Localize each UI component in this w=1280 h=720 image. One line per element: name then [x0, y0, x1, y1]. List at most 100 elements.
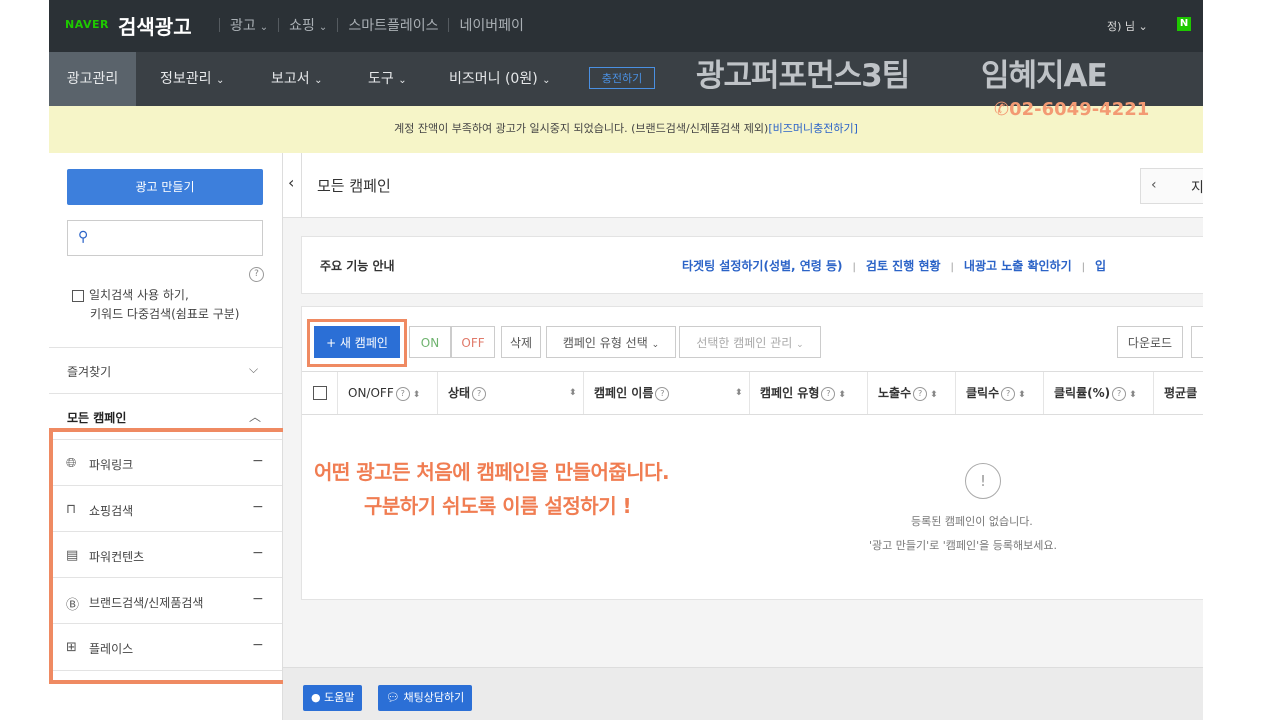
new-campaign-button[interactable]: + 새 캠페인: [314, 326, 400, 358]
help-icon[interactable]: ?: [1001, 386, 1016, 401]
help-button[interactable]: ● 도움말: [303, 685, 363, 711]
top-nav: 광고 ⌄ 쇼핑 ⌄ 스마트플레이스 네이버페이: [209, 15, 524, 35]
chat-bubble-icon: 💬︎: [386, 691, 400, 704]
feature-guide-title: 주요 기능 안내: [320, 259, 395, 273]
chat-consult-button[interactable]: 💬︎ 채팅상담하기: [378, 685, 473, 711]
sort-icon[interactable]: ⬍: [569, 372, 577, 414]
help-icon[interactable]: ?: [913, 386, 928, 401]
favorites-section[interactable]: 즐겨찾기 ⌵: [49, 347, 282, 394]
column-campaign-name[interactable]: 캠페인 이름? ⬍: [584, 372, 750, 414]
ad-exposure-link[interactable]: 내광고 노출 확인하기: [964, 259, 1072, 273]
chevron-down-icon: ⌵: [249, 362, 259, 376]
bizmoney-charge-link[interactable]: [비즈머니충전하기]: [768, 122, 858, 135]
top-menu-label: 광고: [230, 18, 256, 34]
select-all-checkbox[interactable]: [313, 386, 327, 400]
chevron-left-icon[interactable]: ‹: [1151, 177, 1157, 193]
product-logo[interactable]: 검색광고: [118, 11, 192, 40]
divider: [337, 18, 339, 32]
sidebar-search-input[interactable]: ⚲: [67, 220, 263, 256]
divider: |: [950, 262, 954, 273]
sort-icon[interactable]: ⬍: [838, 390, 846, 400]
campaign-table-panel: + 새 캠페인 ON OFF 삭제 캠페인 유형 선택 ⌄ 선택한 캠페인 관리…: [301, 306, 1203, 600]
all-campaigns-label: 모든 캠페인: [67, 411, 127, 425]
subnav-info-management[interactable]: 정보관리 ⌄: [160, 52, 224, 106]
naver-logo[interactable]: NAVER: [65, 18, 109, 31]
top-menu-smartplace[interactable]: 스마트플레이스: [348, 15, 438, 35]
column-label: ON/OFF: [348, 386, 394, 400]
help-icon[interactable]: ?: [821, 386, 836, 401]
off-button[interactable]: OFF: [451, 326, 495, 358]
overlay-name: 임혜지AE: [981, 58, 1108, 94]
chevron-down-icon: ⌄: [651, 340, 660, 350]
chevron-down-icon: ⌄: [259, 22, 269, 33]
sort-icon[interactable]: ⬍: [735, 372, 743, 414]
select-label: 선택한 캠페인 관리: [696, 336, 793, 350]
charge-button[interactable]: 충전하기: [589, 67, 655, 89]
exact-search-option[interactable]: 일치검색 사용 하기, 키워드 다중검색(쉼표로 구분): [72, 286, 239, 324]
on-button[interactable]: ON: [409, 326, 451, 358]
help-icon[interactable]: ?: [395, 386, 410, 401]
review-status-link[interactable]: 검토 진행 현황: [866, 259, 941, 273]
chevron-down-icon: ⌄: [314, 75, 323, 86]
selected-campaign-manage-select[interactable]: 선택한 캠페인 관리 ⌄: [679, 326, 821, 358]
column-avg-cpc[interactable]: 평균클: [1154, 372, 1203, 414]
top-bar: NAVER 검색광고 광고 ⌄ 쇼핑 ⌄ 스마트플레이스 네이버페이 정) 님 ⌄ …: [49, 0, 1203, 52]
column-campaign-type[interactable]: 캠페인 유형? ⬍: [750, 372, 868, 414]
chat-label: 채팅상담하기: [403, 691, 465, 704]
divider: [219, 18, 220, 32]
pager: ‹ 지: [1140, 168, 1203, 204]
column-label: 클릭수: [966, 386, 1000, 400]
feature-guide: 주요 기능 안내 타겟팅 설정하기(성별, 연령 등) | 검토 진행 현황 | 내광고…: [301, 236, 1203, 294]
main-header: ‹ 모든 캠페인 ‹ 지: [283, 153, 1203, 218]
collapse-sidebar-icon[interactable]: ‹: [288, 173, 294, 192]
more-link[interactable]: 입: [1095, 259, 1106, 273]
pager-next-label[interactable]: 지: [1191, 177, 1203, 197]
top-menu-naverpay[interactable]: 네이버페이: [459, 15, 523, 35]
column-ctr[interactable]: 클릭률(%)? ⬍: [1044, 372, 1154, 414]
top-menu-ad[interactable]: 광고 ⌄: [230, 15, 268, 35]
chevron-down-icon: ⌄: [796, 340, 804, 350]
help-icon[interactable]: ?: [472, 386, 487, 401]
top-menu-shopping[interactable]: 쇼핑 ⌄: [289, 15, 327, 35]
help-icon[interactable]: ?: [1112, 386, 1127, 401]
subnav-ad-management[interactable]: 광고관리: [49, 52, 136, 106]
help-icon[interactable]: ?: [655, 386, 670, 401]
help-icon[interactable]: ?: [249, 267, 264, 282]
sort-icon[interactable]: ⬍: [1129, 390, 1137, 400]
naver-n-icon[interactable]: N: [1177, 17, 1191, 31]
column-clicks[interactable]: 클릭수? ⬍: [956, 372, 1044, 414]
download-button[interactable]: 다운로드: [1117, 326, 1183, 358]
column-label: 노출수: [878, 386, 912, 400]
page-title: 모든 캠페인: [317, 177, 391, 195]
annotation-line-2: 구분하기 쉬도록 이름 설정하기 !: [364, 494, 632, 518]
info-exclamation-icon: !: [965, 463, 1001, 499]
empty-hint: '광고 만들기'로 '캠페인'을 등록해보세요.: [869, 539, 1058, 552]
sort-icon[interactable]: ⬍: [413, 390, 421, 400]
column-impressions[interactable]: 노출수? ⬍: [868, 372, 956, 414]
footer-bar: ● 도움말 💬︎ 채팅상담하기: [283, 667, 1203, 720]
user-menu[interactable]: 정) 님 ⌄: [1107, 18, 1148, 34]
exact-search-checkbox[interactable]: [72, 289, 84, 302]
more-toolbar-button[interactable]: [1191, 326, 1203, 358]
column-status[interactable]: 상태? ⬍: [438, 372, 584, 414]
overlay-phone: ✆02-6049-4221: [994, 99, 1149, 120]
subnav-bizmoney[interactable]: 비즈머니 (0원) ⌄: [449, 52, 551, 106]
search-icon[interactable]: ⚲: [78, 229, 88, 245]
subnav-tools[interactable]: 도구 ⌄: [368, 52, 407, 106]
sort-icon[interactable]: ⬍: [930, 390, 938, 400]
column-onoff[interactable]: ON/OFF? ⬍: [338, 372, 438, 414]
delete-button[interactable]: 삭제: [501, 326, 541, 358]
sort-icon[interactable]: ⬍: [1018, 390, 1026, 400]
help-label: 도움말: [324, 691, 355, 704]
make-ad-button[interactable]: 광고 만들기: [67, 169, 263, 205]
targeting-link[interactable]: 타겟팅 설정하기(성별, 연령 등): [682, 259, 843, 273]
overlay-team-title: 광고퍼포먼스3팀: [696, 58, 910, 94]
subnav-label: 정보관리: [160, 71, 212, 87]
campaign-type-select[interactable]: 캠페인 유형 선택 ⌄: [546, 326, 676, 358]
column-label: 캠페인 이름: [594, 386, 654, 400]
table-header: ON/OFF? ⬍ 상태? ⬍ 캠페인 이름? ⬍ 캠페인 유형? ⬍ 노출수? ⬍ 클릭…: [302, 371, 1203, 415]
notice-text: 계정 잔액이 부족하여 광고가 일시중지 되었습니다. (브랜드검색/신제품검색…: [394, 122, 769, 135]
exact-search-label: 일치검색 사용 하기,: [89, 288, 189, 302]
divider: [301, 153, 302, 217]
subnav-reports[interactable]: 보고서 ⌄: [271, 52, 322, 106]
